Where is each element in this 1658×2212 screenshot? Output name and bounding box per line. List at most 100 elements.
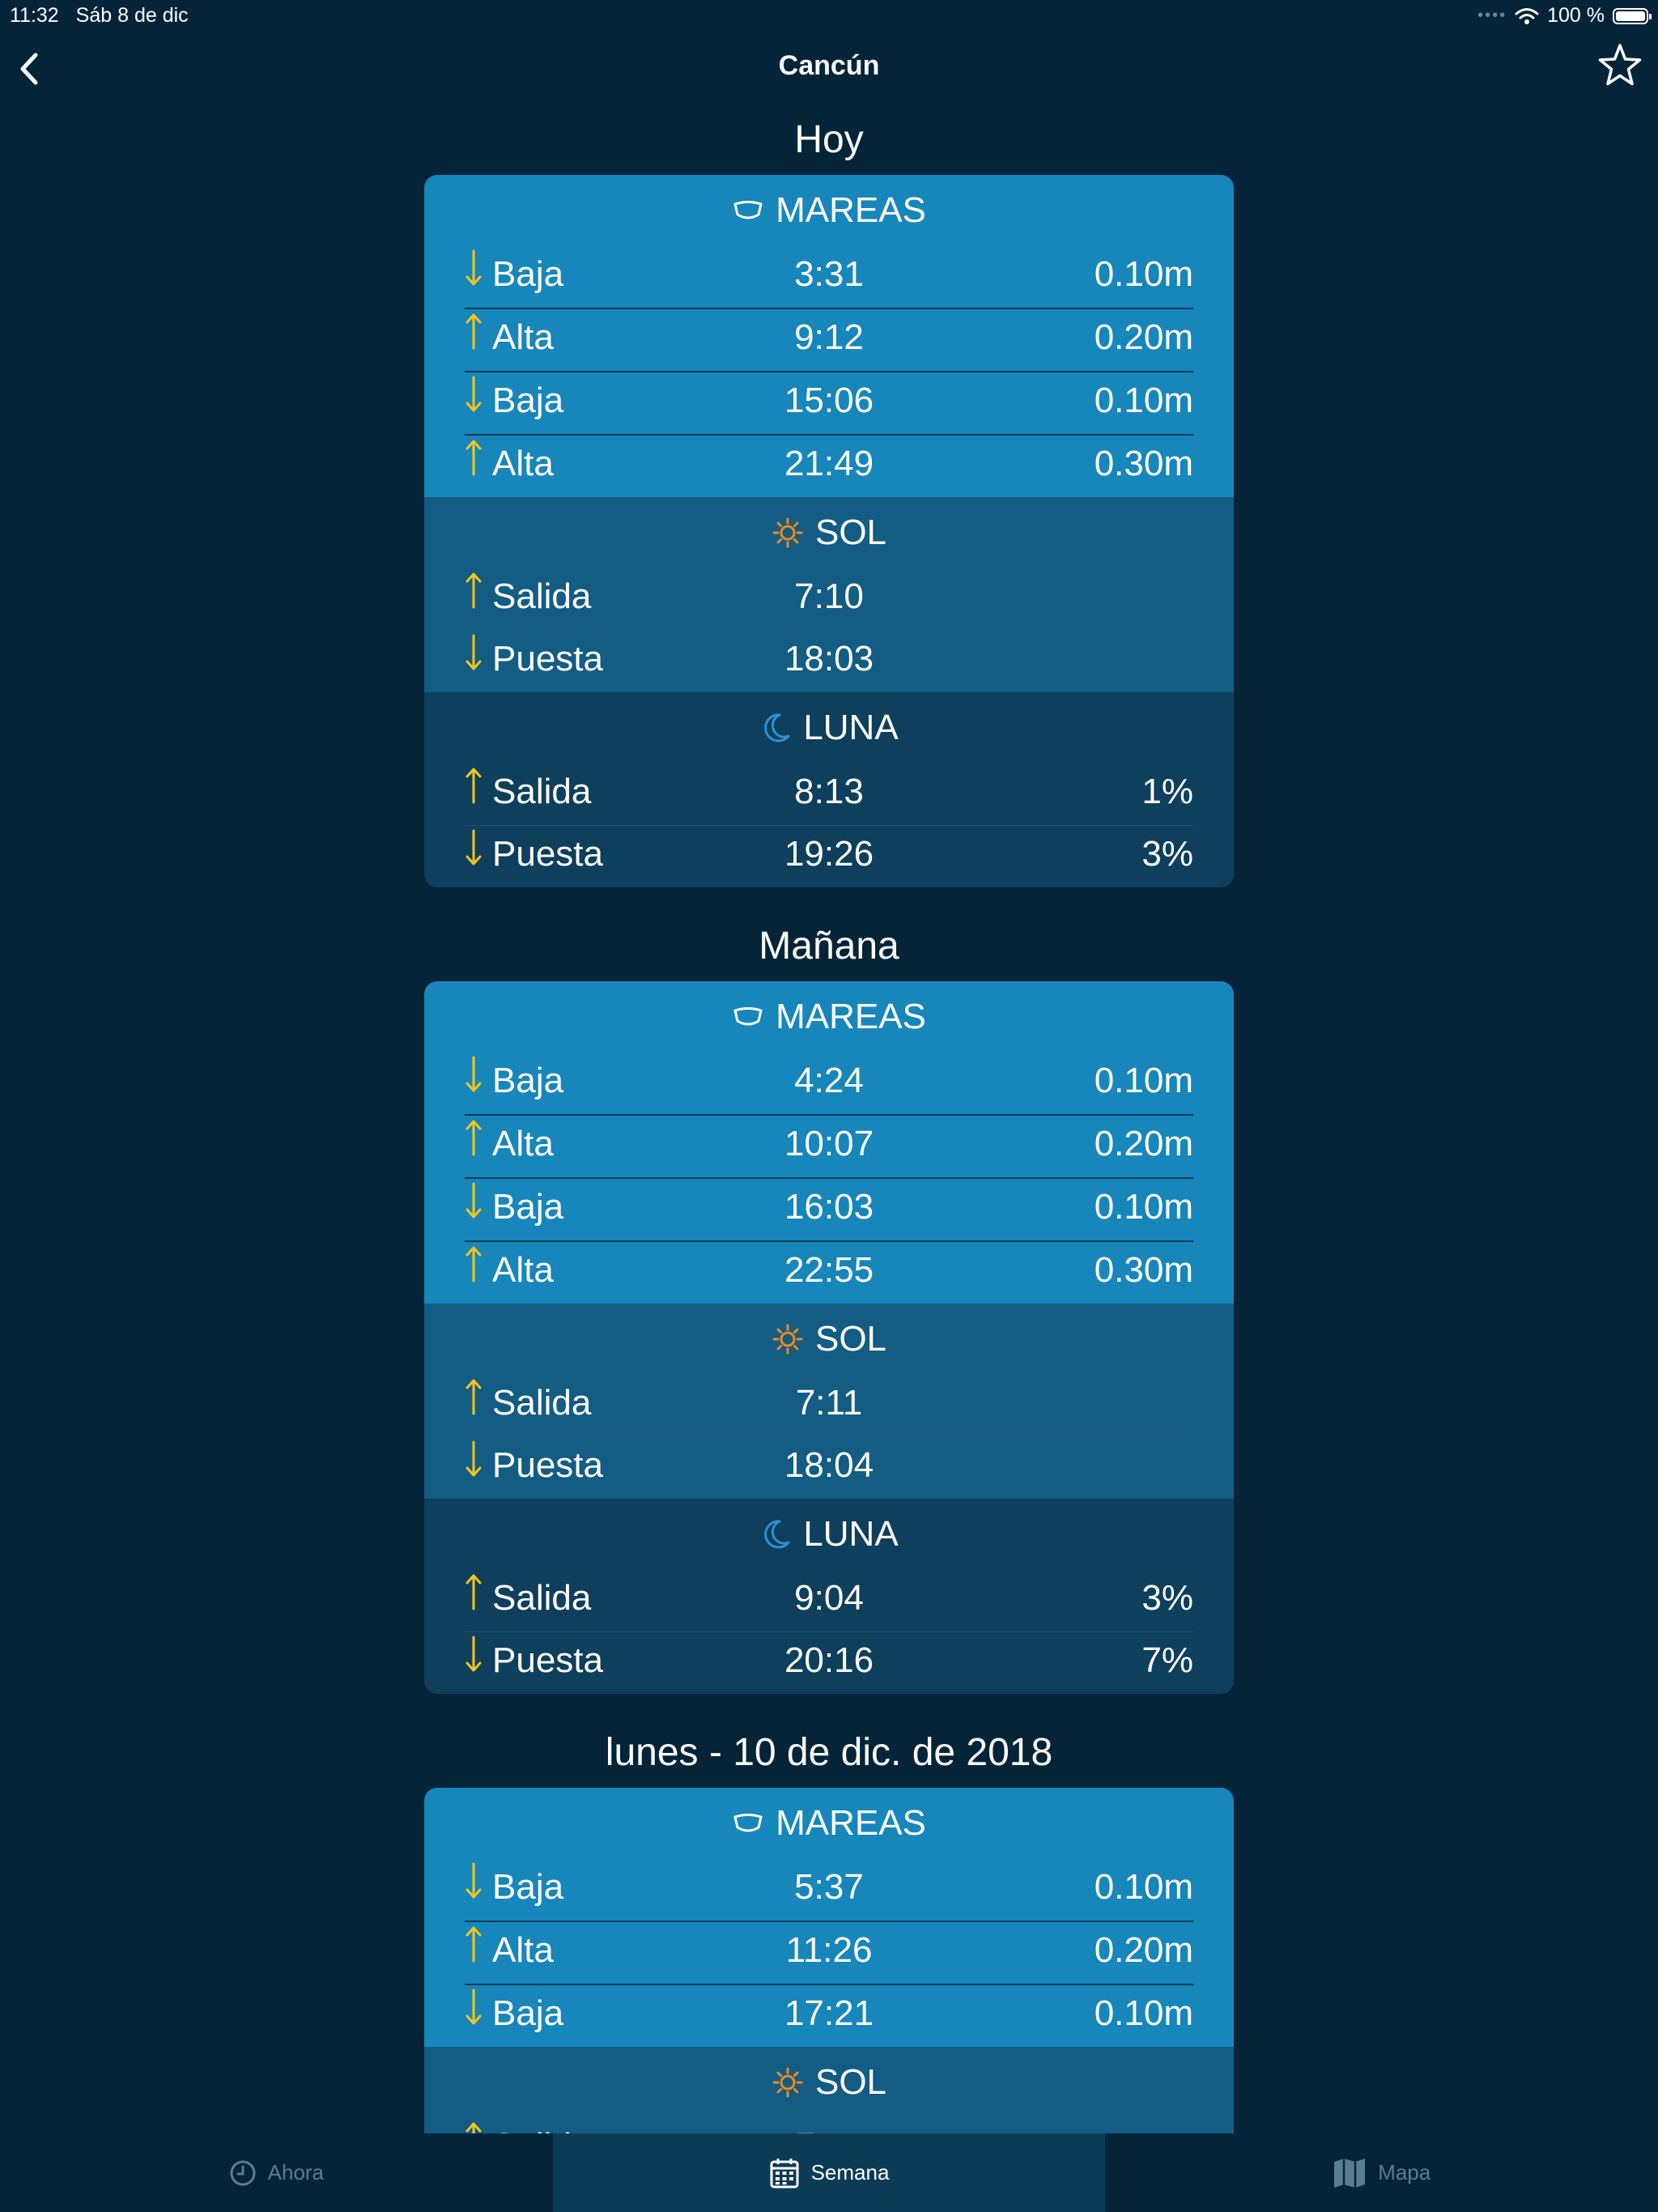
tides-row: Baja 3:31 0.10m [465, 246, 1193, 308]
moon-label: LUNA [803, 708, 899, 747]
clock-icon [230, 2160, 256, 2185]
row-time: 9:04 [794, 1578, 864, 1618]
row-time: 16:03 [784, 1187, 874, 1227]
row-value: 0.10m [1094, 381, 1193, 420]
tides-label: MAREAS [776, 190, 926, 230]
sun-icon [772, 517, 803, 548]
row-time: 5:37 [794, 1867, 864, 1907]
tab-mapa[interactable]: Mapa [1105, 2133, 1658, 2212]
row-time: 7:11 [795, 1383, 863, 1423]
row-value: 7% [1141, 1640, 1193, 1680]
row-time: 8:13 [794, 772, 864, 811]
star-icon [1598, 44, 1642, 86]
row-time: 21:49 [784, 444, 874, 483]
row-time: 7:10 [794, 576, 864, 616]
row-value: 0.30m [1094, 444, 1193, 483]
tab-label: Semana [810, 2160, 890, 2184]
tides-section: MAREAS Baja 4:24 0.10m Alta 10:07 0.20m Baja 16:… [424, 981, 1234, 1304]
moon-section: LUNA Salida 9:04 3% Puesta 20:16 7% [424, 1499, 1234, 1694]
tides-label: MAREAS [776, 997, 926, 1036]
page-title: Cancún [778, 50, 880, 81]
row-time: 15:06 [784, 381, 874, 420]
tides-row: Baja 15:06 0.10m [465, 371, 1193, 434]
day-title: lunes - 10 de dic. de 2018 [605, 1731, 1053, 1774]
tides-header: MAREAS [465, 981, 1193, 1053]
battery-icon [1613, 7, 1652, 24]
moon-header: LUNA [465, 692, 1193, 764]
row-time: 10:07 [784, 1124, 874, 1163]
sun-label: SOL [814, 513, 887, 552]
row-value: 0.30m [1094, 1250, 1193, 1290]
row-time: 4:24 [794, 1061, 864, 1100]
day-title: Hoy [794, 118, 864, 161]
tide-icon [733, 201, 763, 219]
moon-label: LUNA [803, 1514, 899, 1554]
sun-row: Puesta 18:04 [465, 1436, 1193, 1499]
sun-icon [772, 2067, 803, 2098]
status-date: Sáb 8 de dic [75, 4, 189, 27]
sun-header: SOL [465, 497, 1193, 568]
row-time: 22:55 [784, 1250, 874, 1290]
tab-bar: Ahora Semana Mapa [0, 2133, 1658, 2212]
moon-icon [764, 713, 790, 742]
row-value: 0.10m [1094, 1061, 1193, 1100]
tides-row: Baja 4:24 0.10m [465, 1053, 1193, 1114]
moon-row: Puesta 19:26 3% [465, 825, 1193, 887]
tab-ahora[interactable]: Ahora [0, 2133, 553, 2212]
tides-label: MAREAS [776, 1803, 926, 1843]
row-value: 0.20m [1094, 1124, 1193, 1163]
tide-icon [733, 1814, 763, 1832]
battery-percent: 100 % [1547, 4, 1605, 27]
sun-label: SOL [814, 2062, 887, 2102]
row-value: 3% [1141, 1578, 1193, 1618]
sun-header: SOL [465, 2047, 1193, 2118]
tides-row: Alta 21:49 0.30m [465, 434, 1193, 497]
row-value: 0.10m [1094, 254, 1193, 294]
day-title: Mañana [759, 925, 899, 968]
sun-icon [772, 1324, 803, 1355]
row-time: 18:03 [784, 639, 874, 678]
row-value: 0.20m [1094, 1930, 1193, 1970]
week-list[interactable]: Hoy MAREAS Baja 3:31 0.10m Alta 9:12 0.20m Baja 1… [0, 105, 1658, 2133]
row-value: 0.10m [1094, 1187, 1193, 1227]
tide-icon [733, 1007, 763, 1026]
wifi-icon [1515, 7, 1539, 24]
tab-label: Mapa [1378, 2160, 1431, 2184]
row-time: 20:16 [784, 1640, 874, 1680]
tab-semana[interactable]: Semana [552, 2133, 1106, 2212]
day-card: MAREAS Baja 4:24 0.10m Alta 10:07 0.20m Baja 16:… [424, 981, 1234, 1694]
row-value: 0.10m [1094, 1993, 1193, 2033]
moon-header: LUNA [465, 1499, 1193, 1570]
tides-row: Baja 16:03 0.10m [465, 1177, 1193, 1240]
row-value: 1% [1141, 772, 1193, 811]
moon-row: Puesta 20:16 7% [465, 1631, 1193, 1694]
row-value: 0.20m [1094, 317, 1193, 357]
sun-section: SOLSalida7:11Puesta18:04 [424, 1304, 1234, 1499]
moon-row: Salida 8:13 1% [465, 764, 1193, 825]
calendar-icon [770, 2158, 799, 2188]
status-time: 11:32 [10, 4, 59, 27]
moon-icon [764, 1520, 790, 1549]
moon-section: LUNA Salida 8:13 1% Puesta 19:26 3% [424, 692, 1234, 887]
row-time: 19:26 [784, 834, 874, 874]
tides-header: MAREAS [465, 175, 1193, 246]
row-time: 18:04 [784, 1445, 874, 1485]
sun-header: SOL [465, 1304, 1193, 1375]
day-card: MAREAS Baja 5:37 0.10m Alta 11:26 0.20m Baja 17:… [424, 1788, 1234, 2133]
row-time: 7:11 [465, 2126, 1193, 2133]
signal-dots-icon: •••• [1477, 6, 1507, 24]
tides-row: Baja 17:21 0.10m [465, 1984, 1193, 2047]
favorite-button[interactable] [1596, 42, 1643, 89]
tides-section: MAREAS Baja 5:37 0.10m Alta 11:26 0.20m Baja 17:… [424, 1788, 1234, 2047]
row-time: 17:21 [784, 1993, 874, 2033]
sun-label: SOL [814, 1319, 887, 1359]
tides-header: MAREAS [465, 1788, 1193, 1859]
row-time: 9:12 [794, 317, 864, 357]
sun-section: SOLSalida7:11Puesta18:04 [424, 2047, 1234, 2133]
sun-row: Salida7:11 [465, 2118, 1193, 2133]
sun-section: SOL Salida 7:10 Puesta 18:03 [424, 497, 1234, 692]
day-card: MAREAS Baja 3:31 0.10m Alta 9:12 0.20m Baja 15:0… [424, 175, 1234, 887]
row-value: 3% [1141, 834, 1193, 874]
row-time: 11:26 [785, 1930, 873, 1970]
navigation-bar: Cancún [0, 32, 1658, 105]
